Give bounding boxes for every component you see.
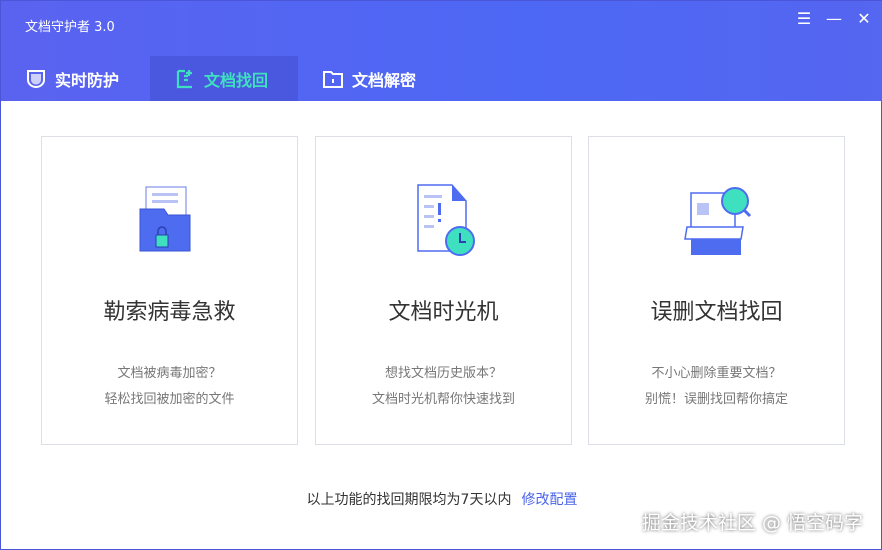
tab-realtime-protection[interactable]: 实时防护 [1, 56, 149, 101]
card-desc: 不小心删除重要文档？ [651, 366, 782, 381]
tab-label: 文档解密 [352, 70, 417, 90]
shield-icon [27, 69, 45, 88]
card-deleted-file-recovery[interactable]: 误删文档找回 不小心删除重要文档？ 别慌！误删找回帮你搞定 [588, 136, 845, 445]
title-bar: 文档守护者 3.0 ☰ — ✕ 实时防护 文档找回 文档解密 [1, 1, 882, 101]
footer-text: 以上功能的找回期限均为7天以内 [306, 492, 512, 508]
watermark: 掘金技术社区 @ 悟空码字 [641, 512, 863, 534]
footer: 以上功能的找回期限均为7天以内 修改配置 [1, 489, 882, 509]
card-title: 勒索病毒急救 [103, 300, 236, 325]
app-title: 文档守护者 3.0 [25, 20, 115, 35]
card-title: 文档时光机 [388, 300, 499, 325]
tab-document-recovery[interactable]: 文档找回 [150, 56, 298, 101]
card-ransomware-rescue[interactable]: 勒索病毒急救 文档被病毒加密？ 轻松找回被加密的文件 [41, 136, 298, 445]
card-document-time-machine[interactable]: 文档时光机 想找文档历史版本？ 文档时光机帮你快速找到 [315, 136, 572, 445]
document-recover-icon [176, 69, 192, 88]
card-desc: 文档被病毒加密？ [117, 366, 222, 381]
card-desc: 别慌！误删找回帮你搞定 [644, 392, 788, 407]
card-desc: 文档时光机帮你快速找到 [371, 392, 515, 407]
menu-icon[interactable]: ☰ [795, 9, 813, 28]
card-desc: 想找文档历史版本？ [384, 366, 502, 381]
minimize-icon[interactable]: — [825, 9, 843, 28]
tab-label: 实时防护 [55, 70, 120, 90]
close-icon[interactable]: ✕ [855, 9, 873, 28]
tab-document-decrypt[interactable]: 文档解密 [298, 56, 446, 101]
folder-lock-icon [323, 70, 343, 88]
card-title: 误删文档找回 [650, 300, 783, 325]
document-clock-icon [417, 184, 475, 256]
card-desc: 轻松找回被加密的文件 [104, 392, 235, 407]
box-search-icon [684, 187, 752, 255]
tab-label: 文档找回 [204, 70, 269, 90]
locked-folder-icon [139, 186, 191, 252]
modify-config-link[interactable]: 修改配置 [521, 492, 577, 508]
